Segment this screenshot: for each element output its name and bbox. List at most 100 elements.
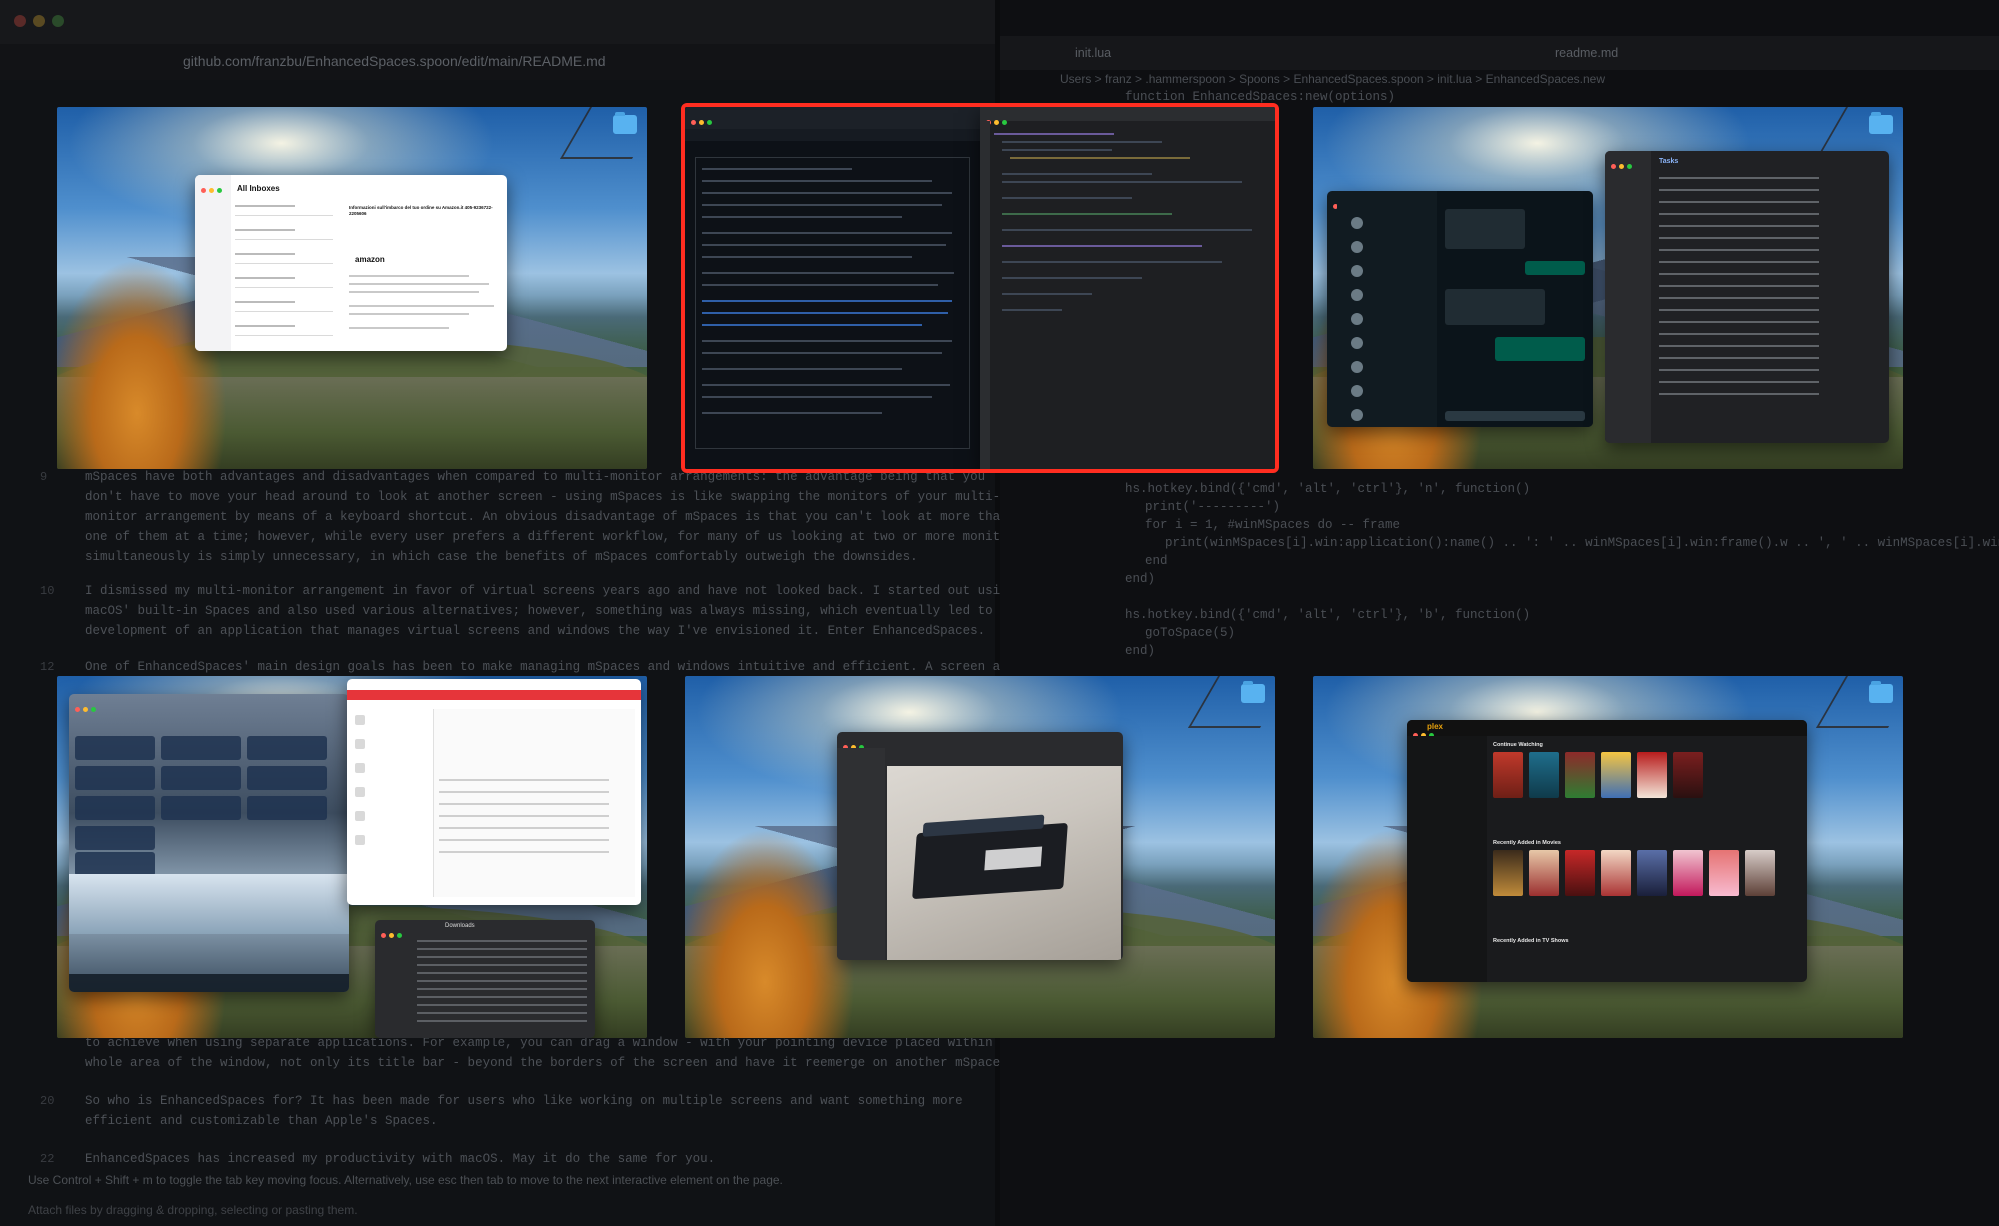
device-icon[interactable] <box>355 787 365 797</box>
photo-viewer-window[interactable] <box>837 732 1123 960</box>
mspace-thumbnail-4[interactable]: Downloads <box>57 676 647 1038</box>
accessory-tile[interactable] <box>75 852 155 876</box>
task-item[interactable] <box>1659 309 1819 311</box>
task-item[interactable] <box>1659 381 1819 383</box>
avatar[interactable] <box>1351 361 1363 373</box>
avatar[interactable] <box>1351 217 1363 229</box>
browser-tab-bar[interactable] <box>0 0 995 44</box>
file-row[interactable] <box>417 980 587 982</box>
mail-list-item[interactable] <box>235 205 333 216</box>
task-item[interactable] <box>1659 237 1819 239</box>
avatar[interactable] <box>1351 337 1363 349</box>
poster[interactable] <box>1637 850 1667 896</box>
github-repo-tabs[interactable] <box>685 129 980 141</box>
mspace-thumbnail-5[interactable] <box>685 676 1275 1038</box>
support-list-item[interactable] <box>439 779 609 781</box>
chat-conversation[interactable] <box>1437 191 1593 427</box>
accessory-tile[interactable] <box>161 766 241 790</box>
plex-logo[interactable]: plex <box>1427 722 1443 731</box>
task-item[interactable] <box>1659 273 1819 275</box>
support-list-item[interactable] <box>439 803 609 805</box>
section-continue-watching[interactable]: Continue Watching <box>1493 742 1543 748</box>
accessory-tile[interactable] <box>75 736 155 760</box>
downloads-window[interactable]: Downloads <box>375 920 595 1038</box>
poster[interactable] <box>1565 850 1595 896</box>
task-item[interactable] <box>1659 285 1819 287</box>
mspace-thumbnail-1[interactable]: All Inboxes Informazioni sull'imbarco de… <box>57 107 647 469</box>
window-controls[interactable] <box>691 112 715 130</box>
accessory-tile[interactable] <box>75 796 155 820</box>
tasks-window[interactable]: Tasks <box>1605 151 1889 443</box>
device-icon[interactable] <box>355 739 365 749</box>
device-icon[interactable] <box>355 811 365 821</box>
accessory-tile[interactable] <box>247 796 327 820</box>
section-recently-added-tv[interactable]: Recently Added in TV Shows <box>1493 938 1569 944</box>
github-markdown-editor[interactable] <box>695 157 970 449</box>
file-row[interactable] <box>417 988 587 990</box>
editor-titlebar[interactable] <box>980 107 1275 125</box>
accessory-tile[interactable] <box>161 796 241 820</box>
poster[interactable] <box>1493 752 1523 798</box>
poster[interactable] <box>1565 752 1595 798</box>
accessory-tile[interactable] <box>75 766 155 790</box>
device-icon[interactable] <box>355 835 365 845</box>
window-controls[interactable] <box>75 699 99 717</box>
poster[interactable] <box>1529 850 1559 896</box>
section-recently-added-movies[interactable]: Recently Added in Movies <box>1493 840 1561 846</box>
window-controls[interactable] <box>381 925 405 943</box>
message-input[interactable] <box>1445 411 1585 421</box>
accessory-tile[interactable] <box>161 736 241 760</box>
avatar[interactable] <box>1351 241 1363 253</box>
editor-activity-bar[interactable] <box>980 121 990 469</box>
plex-toolbar[interactable]: plex <box>1407 720 1807 738</box>
accessory-tile[interactable] <box>247 766 327 790</box>
editor-tab-init-lua[interactable]: init.lua <box>1075 46 1111 60</box>
avatar[interactable] <box>1351 385 1363 397</box>
support-list-item[interactable] <box>439 827 609 829</box>
device-icon[interactable] <box>355 763 365 773</box>
home-app-window[interactable] <box>69 694 349 992</box>
poster[interactable] <box>1493 850 1523 896</box>
mail-window[interactable]: All Inboxes Informazioni sull'imbarco de… <box>195 175 507 351</box>
file-row[interactable] <box>417 972 587 974</box>
task-item[interactable] <box>1659 177 1819 179</box>
file-row[interactable] <box>417 1004 587 1006</box>
avatar[interactable] <box>1351 265 1363 277</box>
poster[interactable] <box>1673 850 1703 896</box>
mspace-thumbnail-2-active[interactable] <box>681 103 1279 473</box>
mail-list-item[interactable] <box>235 229 333 240</box>
file-row[interactable] <box>417 956 587 958</box>
file-row[interactable] <box>417 940 587 942</box>
browser-toolbar[interactable] <box>685 107 980 129</box>
poster[interactable] <box>1637 752 1667 798</box>
poster[interactable] <box>1601 850 1631 896</box>
support-list-item[interactable] <box>439 791 609 793</box>
task-item[interactable] <box>1659 393 1819 395</box>
mspace-thumbnail-6[interactable]: plex Continue Watching Recently Added in… <box>1313 676 1903 1038</box>
support-list-item[interactable] <box>439 815 609 817</box>
poster[interactable] <box>1745 850 1775 896</box>
mail-list-item[interactable] <box>235 253 333 264</box>
browser-url-text[interactable]: github.com/franzbu/EnhancedSpaces.spoon/… <box>183 53 606 69</box>
mspace-thumbnail-3[interactable]: Tasks <box>1313 107 1903 469</box>
folder-icon[interactable] <box>613 112 637 134</box>
task-item[interactable] <box>1659 345 1819 347</box>
poster[interactable] <box>1709 850 1739 896</box>
editor-code-area[interactable] <box>994 127 1271 459</box>
browser-window[interactable] <box>685 107 980 469</box>
file-row[interactable] <box>417 948 587 950</box>
avatar[interactable] <box>1351 289 1363 301</box>
chat-list[interactable] <box>1337 201 1438 427</box>
file-row[interactable] <box>417 996 587 998</box>
task-item[interactable] <box>1659 201 1819 203</box>
task-item[interactable] <box>1659 249 1819 251</box>
plex-window[interactable]: plex Continue Watching Recently Added in… <box>1407 720 1807 982</box>
task-item[interactable] <box>1659 189 1819 191</box>
window-controls[interactable] <box>1611 156 1635 174</box>
support-list-item[interactable] <box>439 839 609 841</box>
home-tab-bar[interactable] <box>69 974 349 992</box>
support-list-item[interactable] <box>439 851 609 853</box>
mail-list-item[interactable] <box>235 325 333 336</box>
window-controls[interactable] <box>14 14 71 32</box>
file-row[interactable] <box>417 1020 587 1022</box>
